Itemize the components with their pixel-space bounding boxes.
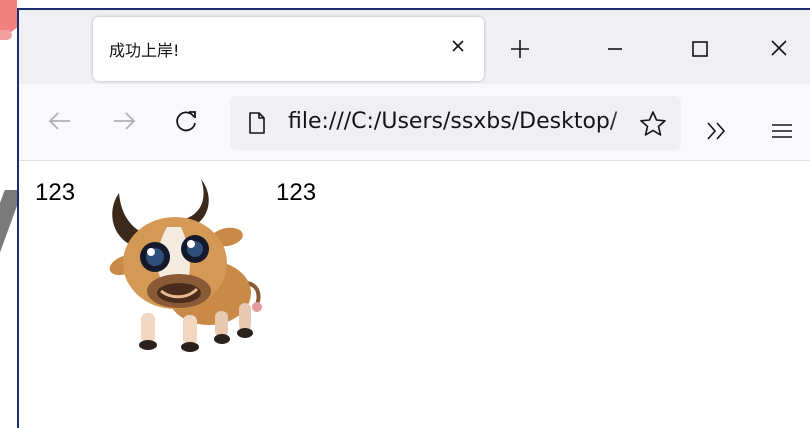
url-text: file:///C:/Users/ssxbs/Desktop/ (288, 109, 618, 134)
close-window-icon[interactable] (763, 34, 795, 64)
background-grey-shape (0, 190, 17, 260)
arrow-right-icon[interactable] (107, 104, 141, 138)
tab-strip: 成功上岸! (19, 10, 810, 84)
tab-title: 成功上岸! (109, 41, 180, 60)
chevrons-right-icon[interactable] (702, 116, 732, 146)
url-fade (610, 96, 640, 150)
navigation-toolbar: file:///C:/Users/ssxbs/Desktop/ (19, 84, 810, 161)
close-icon[interactable] (443, 31, 473, 61)
tab-active[interactable]: 成功上岸! (93, 17, 484, 81)
plus-icon[interactable] (505, 34, 535, 64)
text-123-left: 123 (35, 179, 76, 206)
address-bar[interactable]: file:///C:/Users/ssxbs/Desktop/ (230, 96, 681, 150)
browser-window: 成功上岸! file:///C:/Users/ssxbs/Desktop/ 12… (17, 8, 810, 428)
page-icon (246, 111, 268, 135)
arrow-left-icon[interactable] (43, 104, 77, 138)
minimize-icon[interactable] (599, 34, 631, 64)
background-red-shape (0, 30, 12, 40)
desktop-background (0, 0, 17, 423)
maximize-icon[interactable] (684, 34, 716, 64)
star-icon[interactable] (638, 109, 668, 139)
reload-icon[interactable] (169, 104, 203, 138)
text-123-right: 123 (276, 179, 317, 206)
page-content: 123 123 (19, 161, 810, 428)
bull-image (97, 175, 267, 355)
hamburger-icon[interactable] (767, 116, 797, 146)
